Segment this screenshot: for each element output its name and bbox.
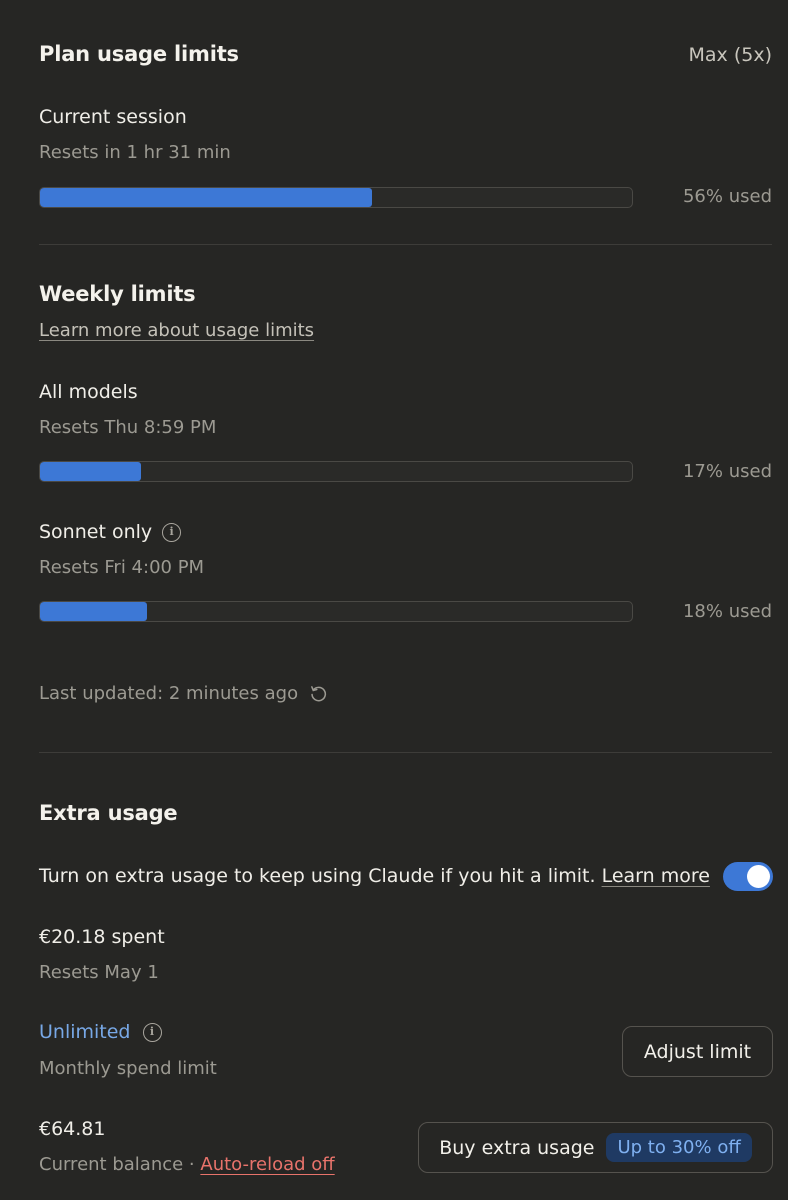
all-models-progress-bar (39, 461, 633, 482)
current-balance-row: Current balance · Auto-reload off (39, 1154, 335, 1175)
all-models-resets: Resets Thu 8:59 PM (39, 417, 217, 438)
current-session-resets: Resets in 1 hr 31 min (39, 142, 231, 163)
current-balance-value: €64.81 (39, 1118, 106, 1140)
learn-more-usage-limits-link[interactable]: Learn more about usage limits (39, 320, 314, 341)
refresh-icon[interactable] (309, 684, 328, 703)
usage-settings-panel: Plan usage limits Max (5x) Current sessi… (0, 0, 788, 1200)
info-icon[interactable]: i (162, 522, 182, 542)
current-session-progress-fill (40, 188, 372, 207)
extra-usage-resets: Resets May 1 (39, 962, 159, 983)
adjust-limit-button[interactable]: Adjust limit (622, 1026, 773, 1077)
divider (39, 752, 772, 753)
current-session-title: Current session (39, 106, 187, 128)
sonnet-only-row: Sonnet only i (39, 521, 182, 543)
current-session-progress-bar (39, 187, 633, 208)
sonnet-only-progress-bar (39, 601, 633, 622)
discount-badge: Up to 30% off (606, 1133, 752, 1162)
extra-usage-spent: €20.18 spent (39, 926, 165, 948)
buy-extra-usage-button[interactable]: Buy extra usage Up to 30% off (418, 1122, 773, 1173)
spend-limit-row: Unlimited i (39, 1021, 162, 1043)
extra-usage-description: Turn on extra usage to keep using Claude… (39, 865, 596, 887)
all-models-progress-fill (40, 462, 141, 481)
sonnet-only-title: Sonnet only (39, 521, 153, 543)
current-balance-label: Current balance (39, 1154, 184, 1175)
spend-limit-value: Unlimited (39, 1021, 131, 1043)
extra-usage-toggle[interactable] (723, 862, 773, 891)
extra-usage-title: Extra usage (39, 801, 178, 825)
plan-badge: Max (5x) (688, 44, 772, 66)
all-models-used: 17% used (682, 461, 772, 482)
learn-more-link[interactable]: Learn more (602, 865, 710, 887)
plan-usage-title: Plan usage limits (39, 42, 239, 66)
last-updated-row: Last updated: 2 minutes ago (39, 683, 328, 704)
last-updated-text: Last updated: 2 minutes ago (39, 683, 299, 704)
sonnet-only-resets: Resets Fri 4:00 PM (39, 557, 205, 578)
all-models-title: All models (39, 381, 138, 403)
divider (39, 244, 772, 245)
spend-limit-label: Monthly spend limit (39, 1058, 217, 1079)
buy-extra-usage-label: Buy extra usage (439, 1136, 595, 1159)
current-session-used: 56% used (682, 186, 772, 207)
info-icon[interactable]: i (142, 1022, 162, 1042)
toggle-knob (747, 865, 770, 888)
sonnet-only-progress-fill (40, 602, 147, 621)
extra-usage-description-row: Turn on extra usage to keep using Claude… (39, 865, 710, 887)
sonnet-only-used: 18% used (682, 601, 772, 622)
separator: · (183, 1154, 201, 1175)
auto-reload-link[interactable]: Auto-reload off (200, 1154, 334, 1175)
weekly-limits-title: Weekly limits (39, 282, 196, 306)
